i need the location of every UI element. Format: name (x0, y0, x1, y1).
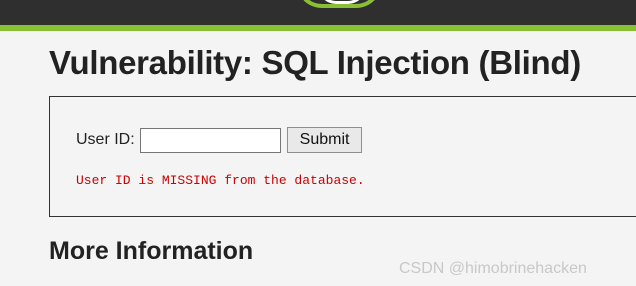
header-accent-strip (0, 25, 636, 31)
more-information-heading: More Information (49, 237, 254, 265)
user-id-form: User ID: Submit (76, 127, 363, 153)
result-message: User ID is MISSING from the database. (76, 173, 365, 188)
page-title: Vulnerability: SQL Injection (Blind) (49, 44, 581, 81)
top-header-bar (0, 0, 636, 25)
submit-button[interactable]: Submit (286, 127, 363, 153)
watermark-text: CSDN @himobrinehacken (399, 260, 587, 277)
user-id-input[interactable] (139, 127, 281, 153)
vulnerable-code-area: User ID: Submit User ID is MISSING from … (49, 96, 636, 217)
user-id-label: User ID: (76, 131, 135, 148)
